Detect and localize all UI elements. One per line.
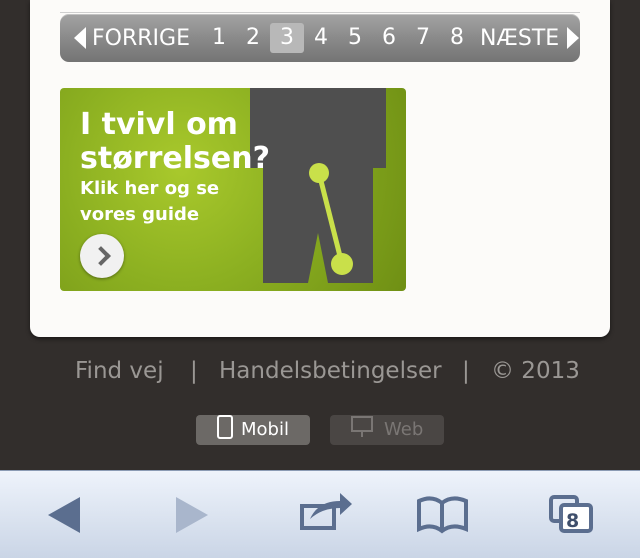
pagination: FORRIGE 1 2 3 4 5 6 7 8 NÆSTE [60, 14, 580, 62]
bookmarks-icon[interactable] [417, 496, 468, 534]
footer-links: Find vej | Handelsbetingelser | © 2013 [0, 352, 640, 392]
prev-arrow-icon[interactable] [74, 27, 86, 49]
web-label: Web [384, 419, 424, 440]
mobile-label: Mobil [241, 419, 289, 440]
banner-subtext: Klik her og se vores guide [80, 178, 220, 225]
browser-toolbar: 8 [0, 470, 640, 558]
mobile-view-button[interactable]: Mobil [196, 415, 310, 445]
size-guide-banner[interactable]: I tvivl om størrelsen? Klik her og se vo… [60, 88, 406, 291]
monitor-icon [351, 416, 373, 437]
next-page-link[interactable]: NÆSTE [480, 26, 559, 51]
prev-page-link[interactable]: FORRIGE [92, 26, 190, 51]
find-route-link[interactable]: Find vej [75, 358, 164, 384]
phone-icon [217, 415, 233, 439]
web-view-button[interactable]: Web [330, 415, 444, 445]
page-link-5[interactable]: 5 [338, 23, 372, 53]
divider [60, 12, 580, 13]
back-icon[interactable] [48, 497, 80, 533]
page-link-4[interactable]: 4 [304, 23, 338, 53]
tab-count: 8 [566, 510, 580, 532]
page-link-7[interactable]: 7 [406, 23, 440, 53]
copyright-text: © 2013 [491, 358, 580, 384]
share-icon[interactable] [300, 493, 352, 530]
page-link-2[interactable]: 2 [236, 23, 270, 53]
next-arrow-icon[interactable] [567, 27, 580, 49]
forward-icon [176, 497, 208, 533]
terms-link[interactable]: Handelsbetingelser [219, 358, 442, 384]
footer-separator: | [190, 358, 198, 384]
banner-headline: I tvivl om størrelsen? [80, 107, 270, 176]
page-link-3-current[interactable]: 3 [269, 23, 304, 53]
page-link-8[interactable]: 8 [440, 23, 474, 53]
page-link-6[interactable]: 6 [372, 23, 406, 53]
chevron-right-icon[interactable] [80, 234, 124, 278]
footer-separator: | [462, 358, 470, 384]
page-link-1[interactable]: 1 [202, 23, 236, 53]
